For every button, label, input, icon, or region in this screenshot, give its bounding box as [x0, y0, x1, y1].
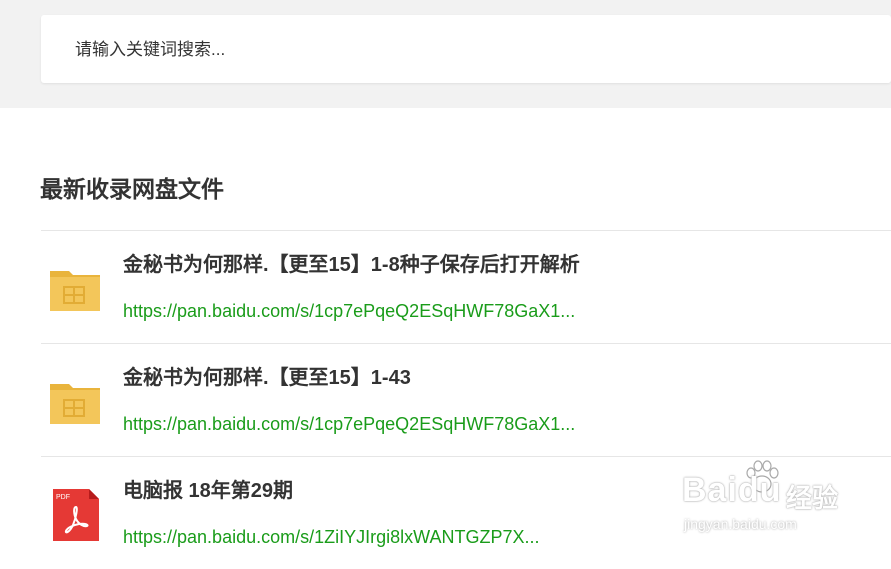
search-input[interactable] — [73, 15, 857, 85]
file-title[interactable]: 电脑报 18年第29期 — [123, 477, 293, 505]
search-area — [0, 0, 891, 108]
file-item[interactable]: 金秘书为何那样.【更至15】1-8种子保存后打开解析 https://pan.b… — [41, 230, 891, 343]
search-box[interactable] — [41, 15, 891, 85]
watermark-brand-cn: 经验 — [786, 483, 839, 513]
watermark-url: jingyan.baidu.com — [684, 516, 797, 532]
file-link[interactable]: https://pan.baidu.com/s/1cp7ePqeQ2ESqHWF… — [123, 299, 575, 323]
section-title: 最新收录网盘文件 — [40, 176, 224, 202]
file-link[interactable]: https://pan.baidu.com/s/1cp7ePqeQ2ESqHWF… — [123, 412, 575, 436]
file-title[interactable]: 金秘书为何那样.【更至15】1-8种子保存后打开解析 — [123, 251, 580, 279]
file-item[interactable]: 金秘书为何那样.【更至15】1-43 https://pan.baidu.com… — [41, 343, 891, 456]
file-link[interactable]: https://pan.baidu.com/s/1ZiIYJIrgi8lxWAN… — [123, 525, 539, 549]
svg-text:PDF: PDF — [56, 494, 70, 501]
folder-icon — [50, 384, 100, 424]
baidu-jingyan-watermark: Baidu 经验 jingyan.baidu.com — [682, 458, 882, 540]
watermark-brand: Baidu — [682, 471, 782, 509]
folder-icon — [50, 271, 100, 311]
pdf-icon: PDF — [53, 489, 99, 541]
file-title[interactable]: 金秘书为何那样.【更至15】1-43 — [123, 364, 411, 392]
